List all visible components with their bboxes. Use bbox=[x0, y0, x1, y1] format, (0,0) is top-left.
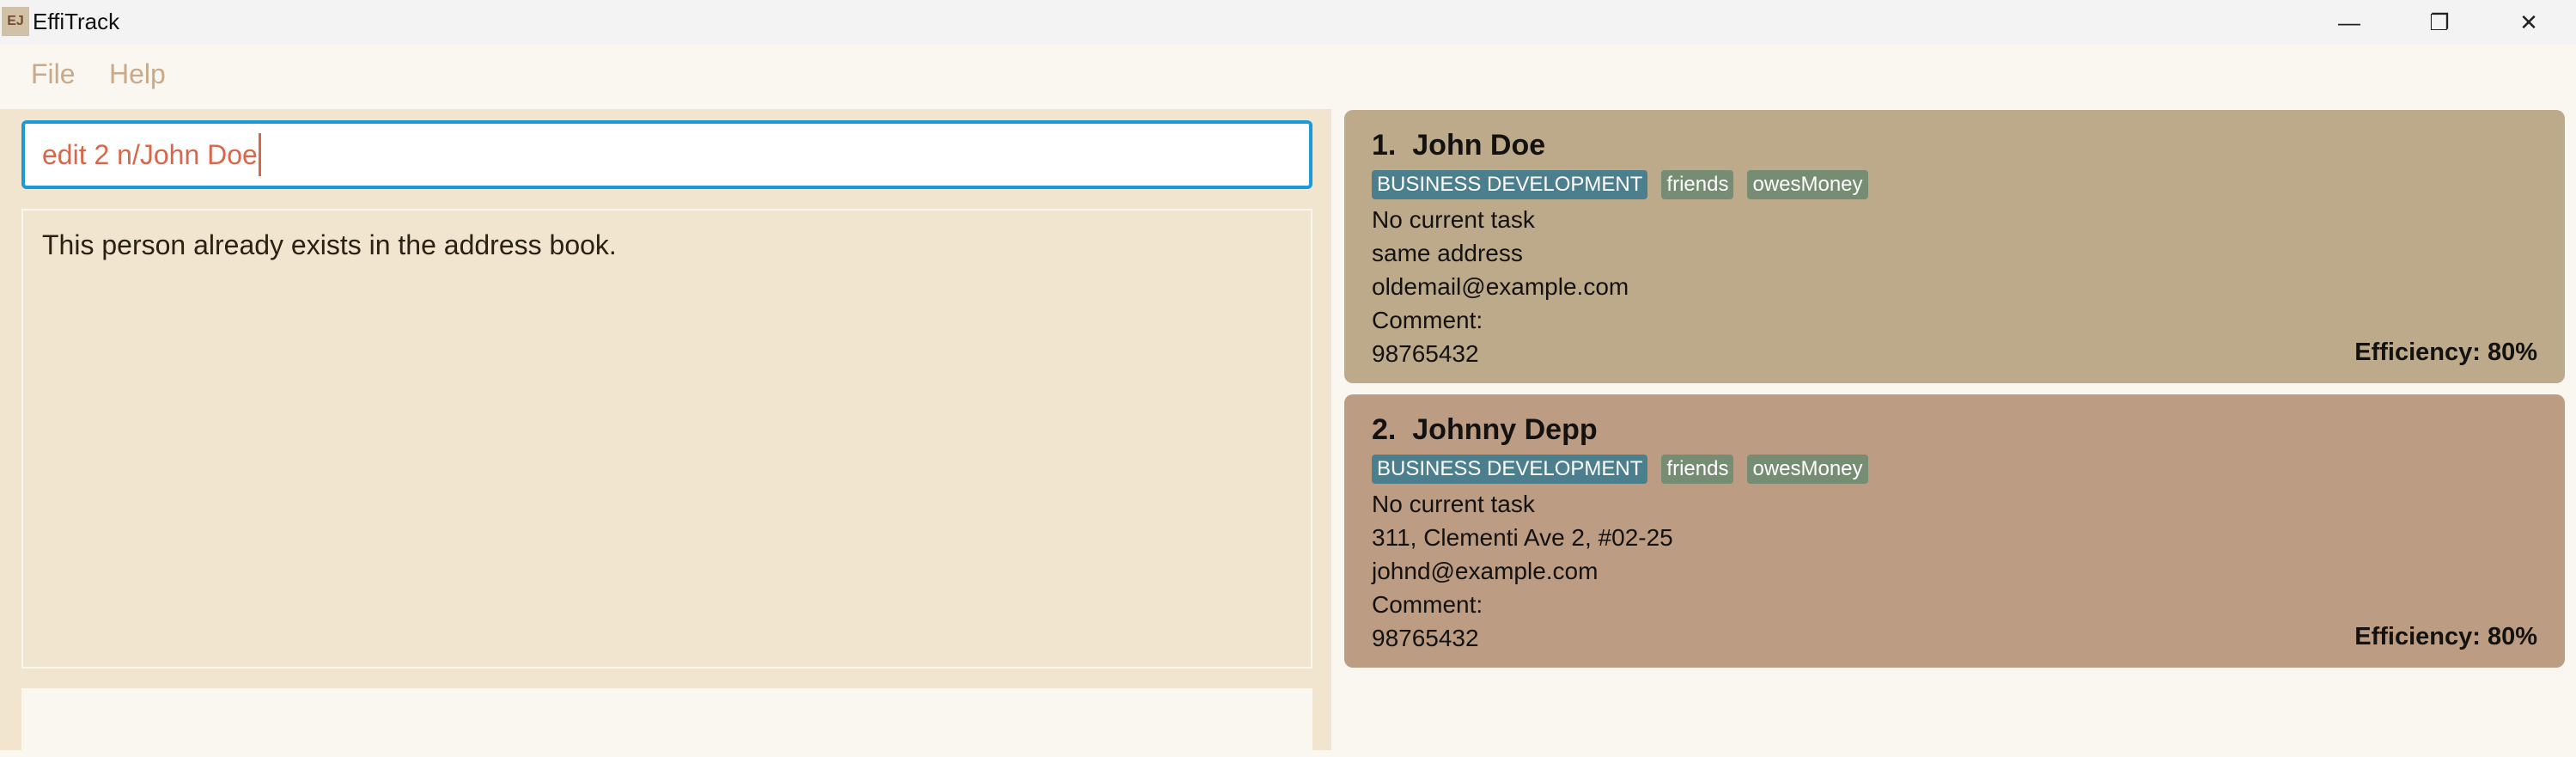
person-card[interactable]: 1. John Doe BUSINESS DEVELOPMENT friends… bbox=[1344, 110, 2565, 383]
tag: owesMoney bbox=[1747, 455, 1868, 484]
task: No current task bbox=[1372, 491, 1535, 517]
menu-help[interactable]: Help bbox=[109, 58, 166, 90]
command-input[interactable]: edit 2 n/John Doe bbox=[21, 120, 1312, 189]
app-logo-icon: EJ bbox=[2, 7, 29, 36]
window-title: EffiTrack bbox=[33, 9, 120, 34]
task: No current task bbox=[1372, 206, 1535, 233]
title-bar: EJ EffiTrack — ❐ ✕ bbox=[0, 0, 2576, 45]
result-display: This person already exists in the addres… bbox=[21, 209, 1312, 668]
efficiency: Efficiency: 80% bbox=[2354, 623, 2537, 650]
result-message: This person already exists in the addres… bbox=[42, 229, 617, 260]
restore-icon[interactable]: ❐ bbox=[2422, 7, 2457, 38]
tag: friends bbox=[1661, 170, 1734, 199]
menu-file[interactable]: File bbox=[31, 58, 76, 90]
email: johnd@example.com bbox=[1372, 558, 1599, 584]
minimize-icon[interactable]: — bbox=[2332, 7, 2366, 38]
comment: Comment: bbox=[1372, 591, 1483, 618]
tag: friends bbox=[1661, 455, 1734, 484]
person-name: 2. Johnny Depp bbox=[1372, 413, 1598, 446]
menu-bar bbox=[0, 45, 2576, 109]
address: same address bbox=[1372, 240, 1523, 266]
person-name: 1. John Doe bbox=[1372, 129, 1546, 162]
address: 311, Clementi Ave 2, #02-25 bbox=[1372, 524, 1673, 551]
email: oldemail@example.com bbox=[1372, 273, 1629, 300]
tag: owesMoney bbox=[1747, 170, 1868, 199]
person-card[interactable]: 2. Johnny Depp BUSINESS DEVELOPMENT frie… bbox=[1344, 394, 2565, 668]
text-caret bbox=[258, 133, 261, 176]
status-bar bbox=[21, 688, 1312, 757]
comment: Comment: bbox=[1372, 307, 1483, 333]
command-text: edit 2 n/John Doe bbox=[42, 138, 258, 170]
close-icon[interactable]: ✕ bbox=[2512, 7, 2546, 38]
department-tag: BUSINESS DEVELOPMENT bbox=[1372, 455, 1648, 484]
department-tag: BUSINESS DEVELOPMENT bbox=[1372, 170, 1648, 199]
efficiency: Efficiency: 80% bbox=[2354, 339, 2537, 366]
